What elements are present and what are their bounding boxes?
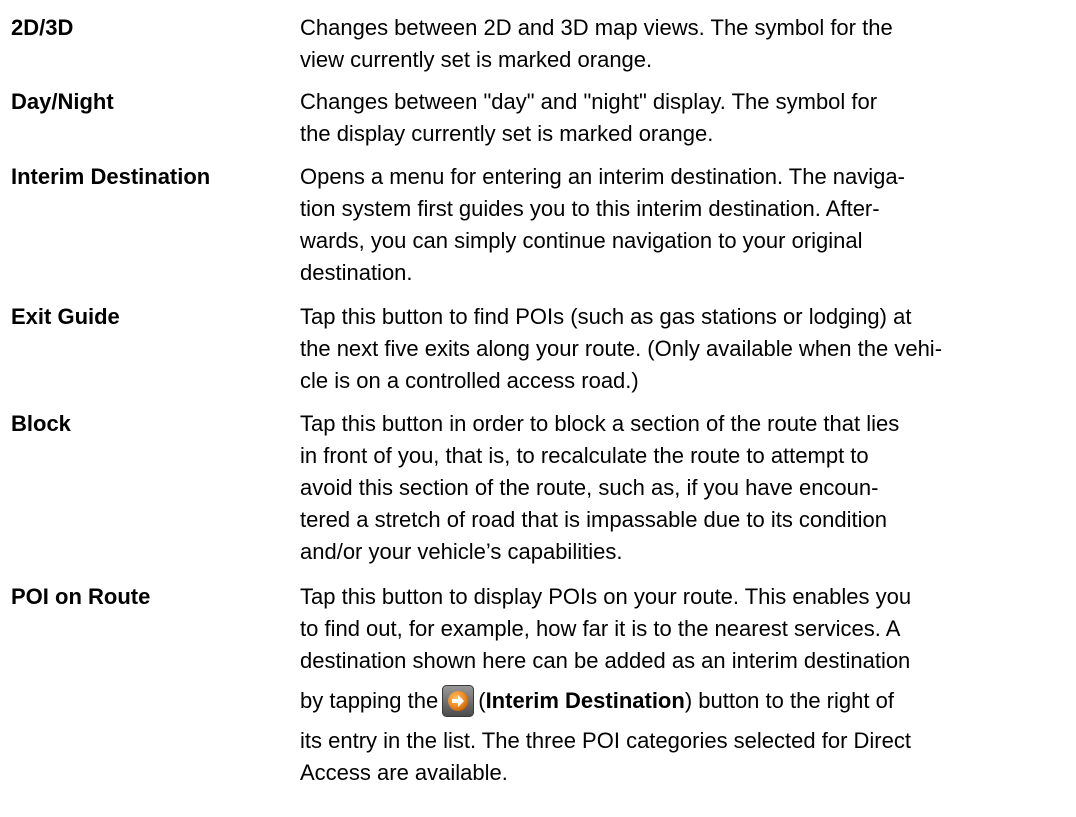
term-poi-on-route: POI on Route [11, 584, 151, 609]
description-line: destination shown here can be added as a… [300, 648, 911, 673]
description-2d3d: Changes between 2D and 3D map views. The… [300, 12, 1070, 76]
description-line: Tap this button to display POIs on your … [300, 584, 912, 609]
description-line: and/or your vehicle’s capabilities. [300, 539, 623, 564]
description-line-with-icon: by tapping the (Interim Destination) but… [300, 677, 1070, 725]
description-line: the display currently set is marked oran… [300, 121, 714, 146]
description-line: Changes between "day" and "night" displa… [300, 89, 878, 114]
description-line: tion system first guides you to this int… [300, 196, 880, 221]
term-exit-guide: Exit Guide [11, 304, 120, 329]
description-day-night: Changes between "day" and "night" displa… [300, 86, 1070, 150]
interim-destination-arrow-icon [442, 685, 475, 717]
icon-line-prefix: by tapping the [300, 688, 439, 713]
term-interim-destination: Interim Destination [11, 164, 211, 189]
description-interim-destination: Opens a menu for entering an interim des… [300, 161, 1070, 289]
icon-line-paren-open: ( [478, 688, 486, 713]
icon-line-suffix: ) button to the right of [684, 688, 894, 713]
description-line: the next five exits along your route. (O… [300, 336, 943, 361]
description-line: Changes between 2D and 3D map views. The… [300, 15, 893, 40]
description-line: wards, you can simply continue navigatio… [300, 228, 863, 253]
description-exit-guide: Tap this button to find POIs (such as ga… [300, 301, 1070, 397]
description-line: Opens a menu for entering an interim des… [300, 164, 905, 189]
description-line: to find out, for example, how far it is … [300, 616, 901, 641]
term-day-night: Day/Night [11, 89, 114, 114]
description-line: Tap this button in order to block a sect… [300, 411, 900, 436]
description-line: tered a stretch of road that is impassab… [300, 507, 887, 532]
description-line: destination. [300, 260, 413, 285]
interim-destination-reference: Interim Destination [485, 688, 685, 713]
description-line: cle is on a controlled access road.) [300, 368, 639, 393]
description-line: Access are available. [300, 760, 508, 785]
term-block: Block [11, 411, 71, 436]
description-line: view currently set is marked orange. [300, 47, 653, 72]
manual-page: 2D/3D Changes between 2D and 3D map view… [0, 0, 1076, 817]
description-poi-on-route: Tap this button to display POIs on your … [300, 581, 1070, 789]
description-line: in front of you, that is, to recalculate… [300, 443, 869, 468]
description-block: Tap this button in order to block a sect… [300, 408, 1070, 568]
description-line: its entry in the list. The three POI cat… [300, 728, 911, 753]
description-line: avoid this section of the route, such as… [300, 475, 879, 500]
term-2d3d: 2D/3D [11, 15, 74, 40]
description-line: Tap this button to find POIs (such as ga… [300, 304, 912, 329]
